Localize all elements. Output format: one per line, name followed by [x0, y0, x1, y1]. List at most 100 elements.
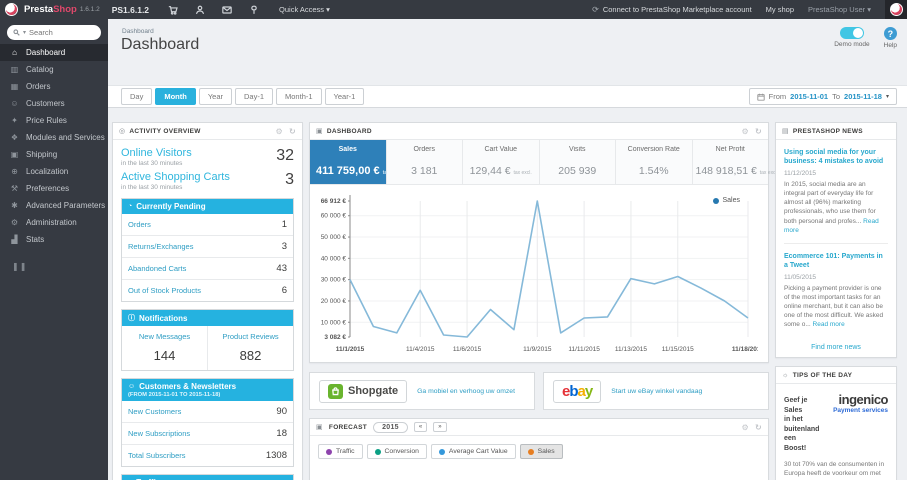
- pending-row[interactable]: Abandoned Carts 43: [122, 258, 293, 280]
- breadcrumb[interactable]: Dashboard: [122, 28, 154, 35]
- user-menu[interactable]: PrestaShop User ▾: [808, 5, 871, 14]
- kpi-value: 411 759,00 €: [316, 165, 380, 177]
- stat-label[interactable]: Online Visitors: [121, 147, 192, 159]
- gear-icon[interactable]: ⚙: [276, 127, 283, 136]
- range-button[interactable]: Month: [155, 88, 196, 105]
- kpi-label: Sales: [338, 146, 357, 153]
- forecast-series-chip[interactable]: Traffic: [318, 444, 363, 459]
- row-value: 18: [276, 428, 287, 439]
- range-button[interactable]: Month-1: [276, 88, 322, 105]
- my-shop-link[interactable]: My shop: [766, 5, 794, 14]
- forecast-series-chip[interactable]: Sales: [519, 444, 563, 459]
- chart-legend[interactable]: Sales: [713, 197, 740, 204]
- kpi-tile[interactable]: Orders 3 181: [386, 140, 463, 184]
- forecast-series-chip[interactable]: Average Cart Value: [430, 444, 516, 459]
- toggle-on-icon[interactable]: [839, 27, 864, 39]
- notification-cell[interactable]: Product Reviews 882: [207, 326, 293, 370]
- range-button[interactable]: Year: [198, 88, 232, 105]
- user-avatar[interactable]: [885, 0, 907, 19]
- kpi-tile[interactable]: Net Profit 148 918,51 € tax excl.: [692, 140, 778, 184]
- legend-dot-icon: [713, 197, 720, 204]
- refresh-icon[interactable]: ↻: [289, 127, 296, 136]
- stat-label[interactable]: Active Shopping Carts: [121, 171, 230, 183]
- collapse-sidebar-button[interactable]: ❚❚: [12, 262, 108, 271]
- help-icon[interactable]: ?: [883, 27, 897, 40]
- pending-row[interactable]: Returns/Exchanges 3: [122, 236, 293, 258]
- newspaper-icon: ▤: [782, 128, 789, 135]
- sidebar-item[interactable]: ✱ Advanced Parameters: [0, 197, 108, 214]
- legend-label: Sales: [722, 197, 740, 204]
- next-year-button[interactable]: »: [433, 422, 447, 432]
- range-button[interactable]: Day-1: [235, 88, 274, 105]
- quick-access-menu[interactable]: Quick Access ▾: [279, 5, 330, 14]
- messages-notifications-icon[interactable]: [221, 4, 232, 15]
- sidebar-item[interactable]: ⊕ Localization: [0, 163, 108, 180]
- forecast-year[interactable]: 2015: [373, 421, 408, 433]
- refresh-icon[interactable]: ↻: [755, 423, 762, 432]
- previous-year-button[interactable]: «: [413, 422, 428, 432]
- customers-row[interactable]: New Subscriptions 18: [122, 423, 293, 445]
- row-label: Total Subscribers: [128, 451, 186, 460]
- ingenico-logo[interactable]: ingenico Payment services: [812, 392, 888, 453]
- customers-row[interactable]: New Customers 90: [122, 401, 293, 423]
- row-value: 1: [281, 219, 287, 230]
- sidebar-item[interactable]: ▣ Shipping: [0, 146, 108, 163]
- sidebar-item[interactable]: ⌂ Dashboard: [0, 44, 108, 61]
- cart-icon: ▣: [316, 128, 323, 135]
- search-input[interactable]: [29, 28, 88, 37]
- sidebar-item[interactable]: ⚒ Preferences: [0, 180, 108, 197]
- row-value: 3: [281, 241, 287, 252]
- pending-row[interactable]: Orders 1: [122, 214, 293, 236]
- read-more-link[interactable]: Read more: [813, 321, 845, 328]
- sidebar-item[interactable]: ▦ Orders: [0, 78, 108, 95]
- notification-cell[interactable]: New Messages 144: [122, 326, 207, 370]
- shopgate-cta-link[interactable]: Ga mobiel en verhoog uw omzet: [417, 388, 515, 395]
- customers-notifications-icon[interactable]: [194, 4, 205, 15]
- range-button[interactable]: Year-1: [324, 88, 365, 105]
- date-range-picker[interactable]: From 2015-11-01 To 2015-11-18 ▾: [748, 88, 897, 105]
- prestashop-logo[interactable]: [5, 3, 18, 16]
- article-title[interactable]: Ecommerce 101: Payments in a Tweet: [784, 252, 888, 270]
- help-button[interactable]: ? Help: [884, 27, 897, 49]
- cart-notifications-icon[interactable]: [167, 4, 178, 15]
- forecast-series-chip[interactable]: Conversion: [366, 444, 427, 459]
- sidebar-item[interactable]: ▟ Stats: [0, 231, 108, 248]
- sidebar-item-icon: ▦: [10, 82, 19, 91]
- sidebar-item[interactable]: ✦ Price Rules: [0, 112, 108, 129]
- pin-icon[interactable]: [248, 4, 259, 15]
- notification-label: New Messages: [138, 332, 191, 341]
- notifications-section: ⓘ Notifications New Messages 144 Product …: [121, 309, 294, 371]
- customers-row[interactable]: Total Subscribers 1308: [122, 445, 293, 466]
- customers-newsletters-section: ☺ Customers & Newsletters (FROM 2015-11-0…: [121, 378, 294, 467]
- activity-icon: ◎: [119, 128, 126, 135]
- find-more-news-link[interactable]: Find more news: [776, 335, 896, 357]
- pending-row[interactable]: Out of Stock Products 6: [122, 280, 293, 301]
- gear-icon[interactable]: ⚙: [742, 127, 749, 136]
- sidebar-item[interactable]: ☺ Customers: [0, 95, 108, 112]
- ebay-cta-link[interactable]: Start uw eBay winkel vandaag: [611, 388, 702, 395]
- kpi-tile[interactable]: Cart Value 129,44 € tax excl.: [463, 140, 540, 184]
- kpi-tile[interactable]: Conversion Rate 1.54%: [616, 140, 693, 184]
- sidebar-item[interactable]: ▥ Catalog: [0, 61, 108, 78]
- sidebar-item-label: Preferences: [26, 184, 70, 193]
- sidebar-item[interactable]: ❖ Modules and Services: [0, 129, 108, 146]
- lightbulb-icon: ☼: [782, 371, 789, 379]
- page-title: Dashboard: [121, 36, 200, 53]
- gear-icon[interactable]: ⚙: [742, 423, 749, 432]
- series-dot-icon: [438, 448, 445, 455]
- kpi-tile[interactable]: Visits 205 939: [539, 140, 616, 184]
- kpi-value: 129,44 €: [469, 165, 511, 177]
- date-range-toolbar: Day Month Year Day-1 Month-1 Year-1 From 2015…: [108, 85, 907, 108]
- article-title[interactable]: Using social media for your business: 4 …: [784, 148, 888, 166]
- search-scope-caret-icon[interactable]: ▾: [23, 29, 26, 36]
- refresh-icon[interactable]: ↻: [755, 127, 762, 136]
- ebay-logo-letter: y: [584, 382, 593, 400]
- sidebar-item[interactable]: ⚙ Administration: [0, 214, 108, 231]
- marketplace-link[interactable]: ⟳ Connect to PrestaShop Marketplace accou…: [592, 5, 752, 14]
- sidebar-item-icon: ❖: [10, 133, 19, 142]
- kpi-tile[interactable]: Sales 411 759,00 € tax excl.: [310, 140, 402, 184]
- chevron-down-icon: ▾: [326, 5, 330, 14]
- currently-pending-section: ◔ Currently Pending Orders 1 Returns/Exch…: [121, 198, 294, 302]
- range-button[interactable]: Day: [121, 88, 153, 105]
- demo-mode-toggle[interactable]: Demo mode: [834, 27, 870, 49]
